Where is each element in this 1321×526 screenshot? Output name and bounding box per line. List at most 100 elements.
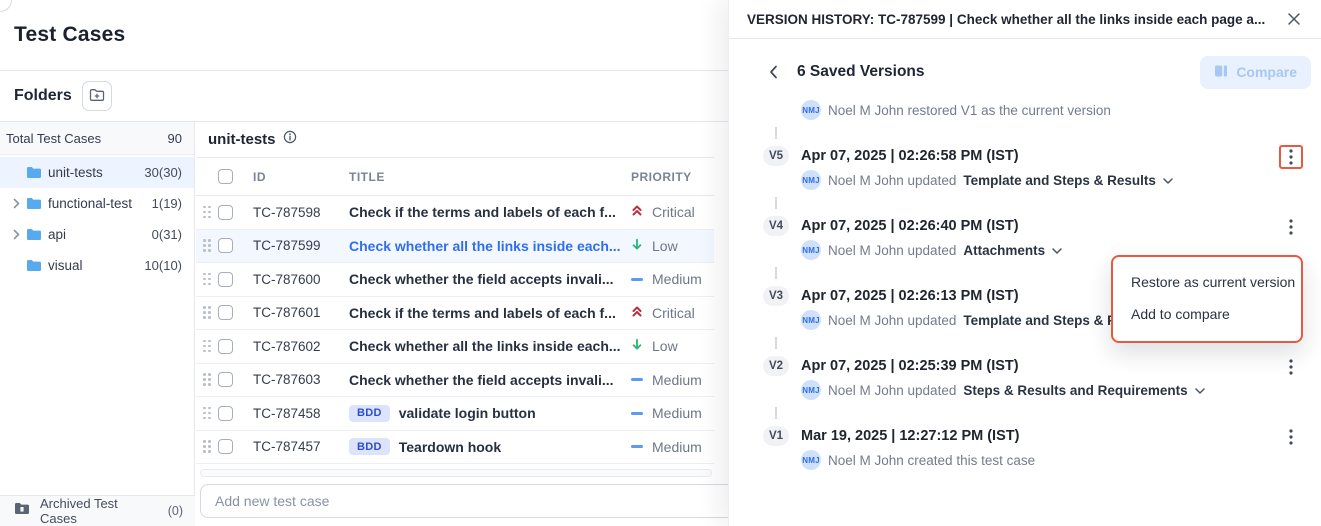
table-row[interactable]: TC-787601 Check if the terms and labels … bbox=[196, 297, 714, 331]
drag-handle-icon[interactable] bbox=[203, 306, 213, 319]
sidebar-folder-visual[interactable]: visual 10(10) bbox=[0, 250, 194, 281]
add-test-case-input[interactable] bbox=[200, 484, 740, 518]
row-checkbox[interactable] bbox=[218, 339, 233, 354]
priority-cell: Medium bbox=[631, 271, 702, 287]
saved-versions-bar: 6 Saved Versions Compare bbox=[729, 55, 1321, 89]
row-checkbox[interactable] bbox=[218, 205, 233, 220]
version-history-header: VERSION HISTORY: TC-787599 | Check wheth… bbox=[729, 0, 1321, 39]
priority-medium-icon bbox=[631, 378, 643, 381]
priority-label: Medium bbox=[652, 271, 702, 287]
table-row[interactable]: TC-787598 Check if the terms and labels … bbox=[196, 196, 714, 230]
testcase-id: TC-787601 bbox=[253, 305, 349, 320]
table-row[interactable]: TC-787603 Check whether the field accept… bbox=[196, 364, 714, 398]
total-test-cases-row[interactable]: Total Test Cases 90 bbox=[0, 122, 194, 155]
testcase-title[interactable]: Check if the terms and labels of each f.… bbox=[349, 204, 631, 220]
row-checkbox[interactable] bbox=[218, 272, 233, 287]
priority-medium-icon bbox=[631, 412, 643, 415]
column-header-priority: PRIORITY bbox=[631, 170, 692, 184]
drag-handle-icon[interactable] bbox=[203, 373, 213, 386]
priority-cell: Low bbox=[631, 238, 678, 254]
testcase-title[interactable]: Check whether all the links inside each.… bbox=[349, 338, 631, 354]
restored-notice: NMJ Noel M John restored V1 as the curre… bbox=[801, 99, 1303, 121]
archived-test-cases-row[interactable]: Archived Test Cases (0) bbox=[0, 495, 195, 526]
folder-count: 1(19) bbox=[152, 196, 182, 211]
drag-handle-icon[interactable] bbox=[203, 206, 213, 219]
avatar: NMJ bbox=[801, 450, 821, 470]
info-icon[interactable] bbox=[283, 130, 297, 149]
table-row[interactable]: TC-787600 Check whether the field accept… bbox=[196, 263, 714, 297]
sidebar-folder-unit-tests[interactable]: unit-tests 30(30) bbox=[0, 157, 194, 188]
folder-name: functional-test bbox=[48, 196, 152, 211]
sidebar-folder-functional-test[interactable]: functional-test 1(19) bbox=[0, 188, 194, 219]
row-checkbox[interactable] bbox=[218, 406, 233, 421]
testcase-title[interactable]: Check whether the field accepts invali..… bbox=[349, 271, 631, 287]
folder-tree: unit-tests 30(30) functional-test 1(19) bbox=[0, 155, 194, 281]
kebab-menu-icon[interactable] bbox=[1279, 215, 1303, 239]
row-checkbox[interactable] bbox=[218, 238, 233, 253]
folders-sidebar: Total Test Cases 90 unit-tests 30(30) fu… bbox=[0, 122, 195, 526]
drag-handle-icon[interactable] bbox=[203, 340, 213, 353]
menu-item-restore[interactable]: Restore as current version bbox=[1113, 266, 1301, 298]
testcase-id: TC-787457 bbox=[253, 439, 349, 454]
page-title: Test Cases bbox=[14, 23, 125, 47]
folder-name: api bbox=[48, 227, 152, 242]
row-checkbox[interactable] bbox=[218, 439, 233, 454]
priority-label: Low bbox=[652, 338, 678, 354]
drag-handle-icon[interactable] bbox=[203, 239, 213, 252]
test-cases-app: Test Cases Folders Total Test Cases 90 bbox=[0, 0, 1321, 526]
kebab-menu-icon[interactable] bbox=[1279, 425, 1303, 449]
menu-item-add-to-compare[interactable]: Add to compare bbox=[1113, 298, 1301, 330]
testcase-title[interactable]: BDD validate login button bbox=[349, 405, 631, 422]
testcase-id: TC-787599 bbox=[253, 238, 349, 253]
avatar: NMJ bbox=[801, 310, 821, 330]
compare-button[interactable]: Compare bbox=[1200, 56, 1311, 89]
version-badge: V5 bbox=[763, 146, 789, 166]
chevron-down-icon[interactable] bbox=[1163, 171, 1173, 189]
column-header-title: TITLE bbox=[349, 170, 631, 184]
testcase-title[interactable]: Check whether the field accepts invali..… bbox=[349, 372, 631, 388]
version-history-title: VERSION HISTORY: TC-787599 | Check wheth… bbox=[747, 12, 1283, 27]
table-header: ID TITLE PRIORITY bbox=[196, 158, 714, 196]
priority-label: Critical bbox=[652, 204, 695, 220]
timeline-tick bbox=[775, 197, 777, 209]
priority-cell: Critical bbox=[631, 204, 695, 220]
priority-cell: Medium bbox=[631, 372, 702, 388]
add-test-case-row bbox=[200, 484, 740, 518]
table-row[interactable]: TC-787599 Check whether all the links in… bbox=[196, 230, 714, 264]
testcase-title[interactable]: BDD Teardown hook bbox=[349, 438, 631, 455]
chevron-down-icon[interactable] bbox=[1195, 381, 1205, 399]
horizontal-scrollbar[interactable] bbox=[200, 469, 712, 477]
current-folder-title: unit-tests bbox=[208, 131, 276, 148]
close-icon[interactable] bbox=[1283, 8, 1305, 30]
timeline-tick bbox=[775, 407, 777, 419]
kebab-menu-icon[interactable] bbox=[1279, 145, 1303, 169]
add-folder-button[interactable] bbox=[82, 81, 112, 111]
version-timestamp: Apr 07, 2025 | 02:25:39 PM (IST) bbox=[801, 355, 1279, 377]
drag-handle-icon[interactable] bbox=[203, 440, 213, 453]
table-row[interactable]: TC-787458 BDD validate login button Medi… bbox=[196, 397, 714, 431]
drag-handle-icon[interactable] bbox=[203, 273, 213, 286]
folders-bar: Folders bbox=[0, 71, 728, 122]
version-timestamp: Mar 19, 2025 | 12:27:12 PM (IST) bbox=[801, 425, 1279, 447]
drag-handle-icon[interactable] bbox=[203, 407, 213, 420]
testcase-title[interactable]: Check whether all the links inside each.… bbox=[349, 238, 631, 254]
archived-label: Archived Test Cases bbox=[40, 496, 158, 526]
row-checkbox[interactable] bbox=[218, 305, 233, 320]
kebab-menu-icon[interactable] bbox=[1279, 355, 1303, 379]
timeline-tick bbox=[775, 337, 777, 349]
priority-low-icon bbox=[631, 238, 643, 254]
back-chevron-icon[interactable] bbox=[761, 60, 785, 84]
chevron-down-icon[interactable] bbox=[1052, 241, 1062, 259]
version-detail: NMJ Noel M John created this test case bbox=[801, 449, 1279, 471]
row-checkbox[interactable] bbox=[218, 372, 233, 387]
chevron-right-icon[interactable] bbox=[6, 229, 26, 240]
table-row[interactable]: TC-787602 Check whether all the links in… bbox=[196, 330, 714, 364]
priority-label: Medium bbox=[652, 372, 702, 388]
avatar: NMJ bbox=[801, 240, 821, 260]
testcase-title[interactable]: Check if the terms and labels of each f.… bbox=[349, 305, 631, 321]
sidebar-folder-api[interactable]: api 0(31) bbox=[0, 219, 194, 250]
priority-label: Medium bbox=[652, 439, 702, 455]
select-all-checkbox[interactable] bbox=[218, 169, 233, 184]
table-row[interactable]: TC-787457 BDD Teardown hook Medium bbox=[196, 431, 714, 465]
chevron-right-icon[interactable] bbox=[6, 198, 26, 209]
